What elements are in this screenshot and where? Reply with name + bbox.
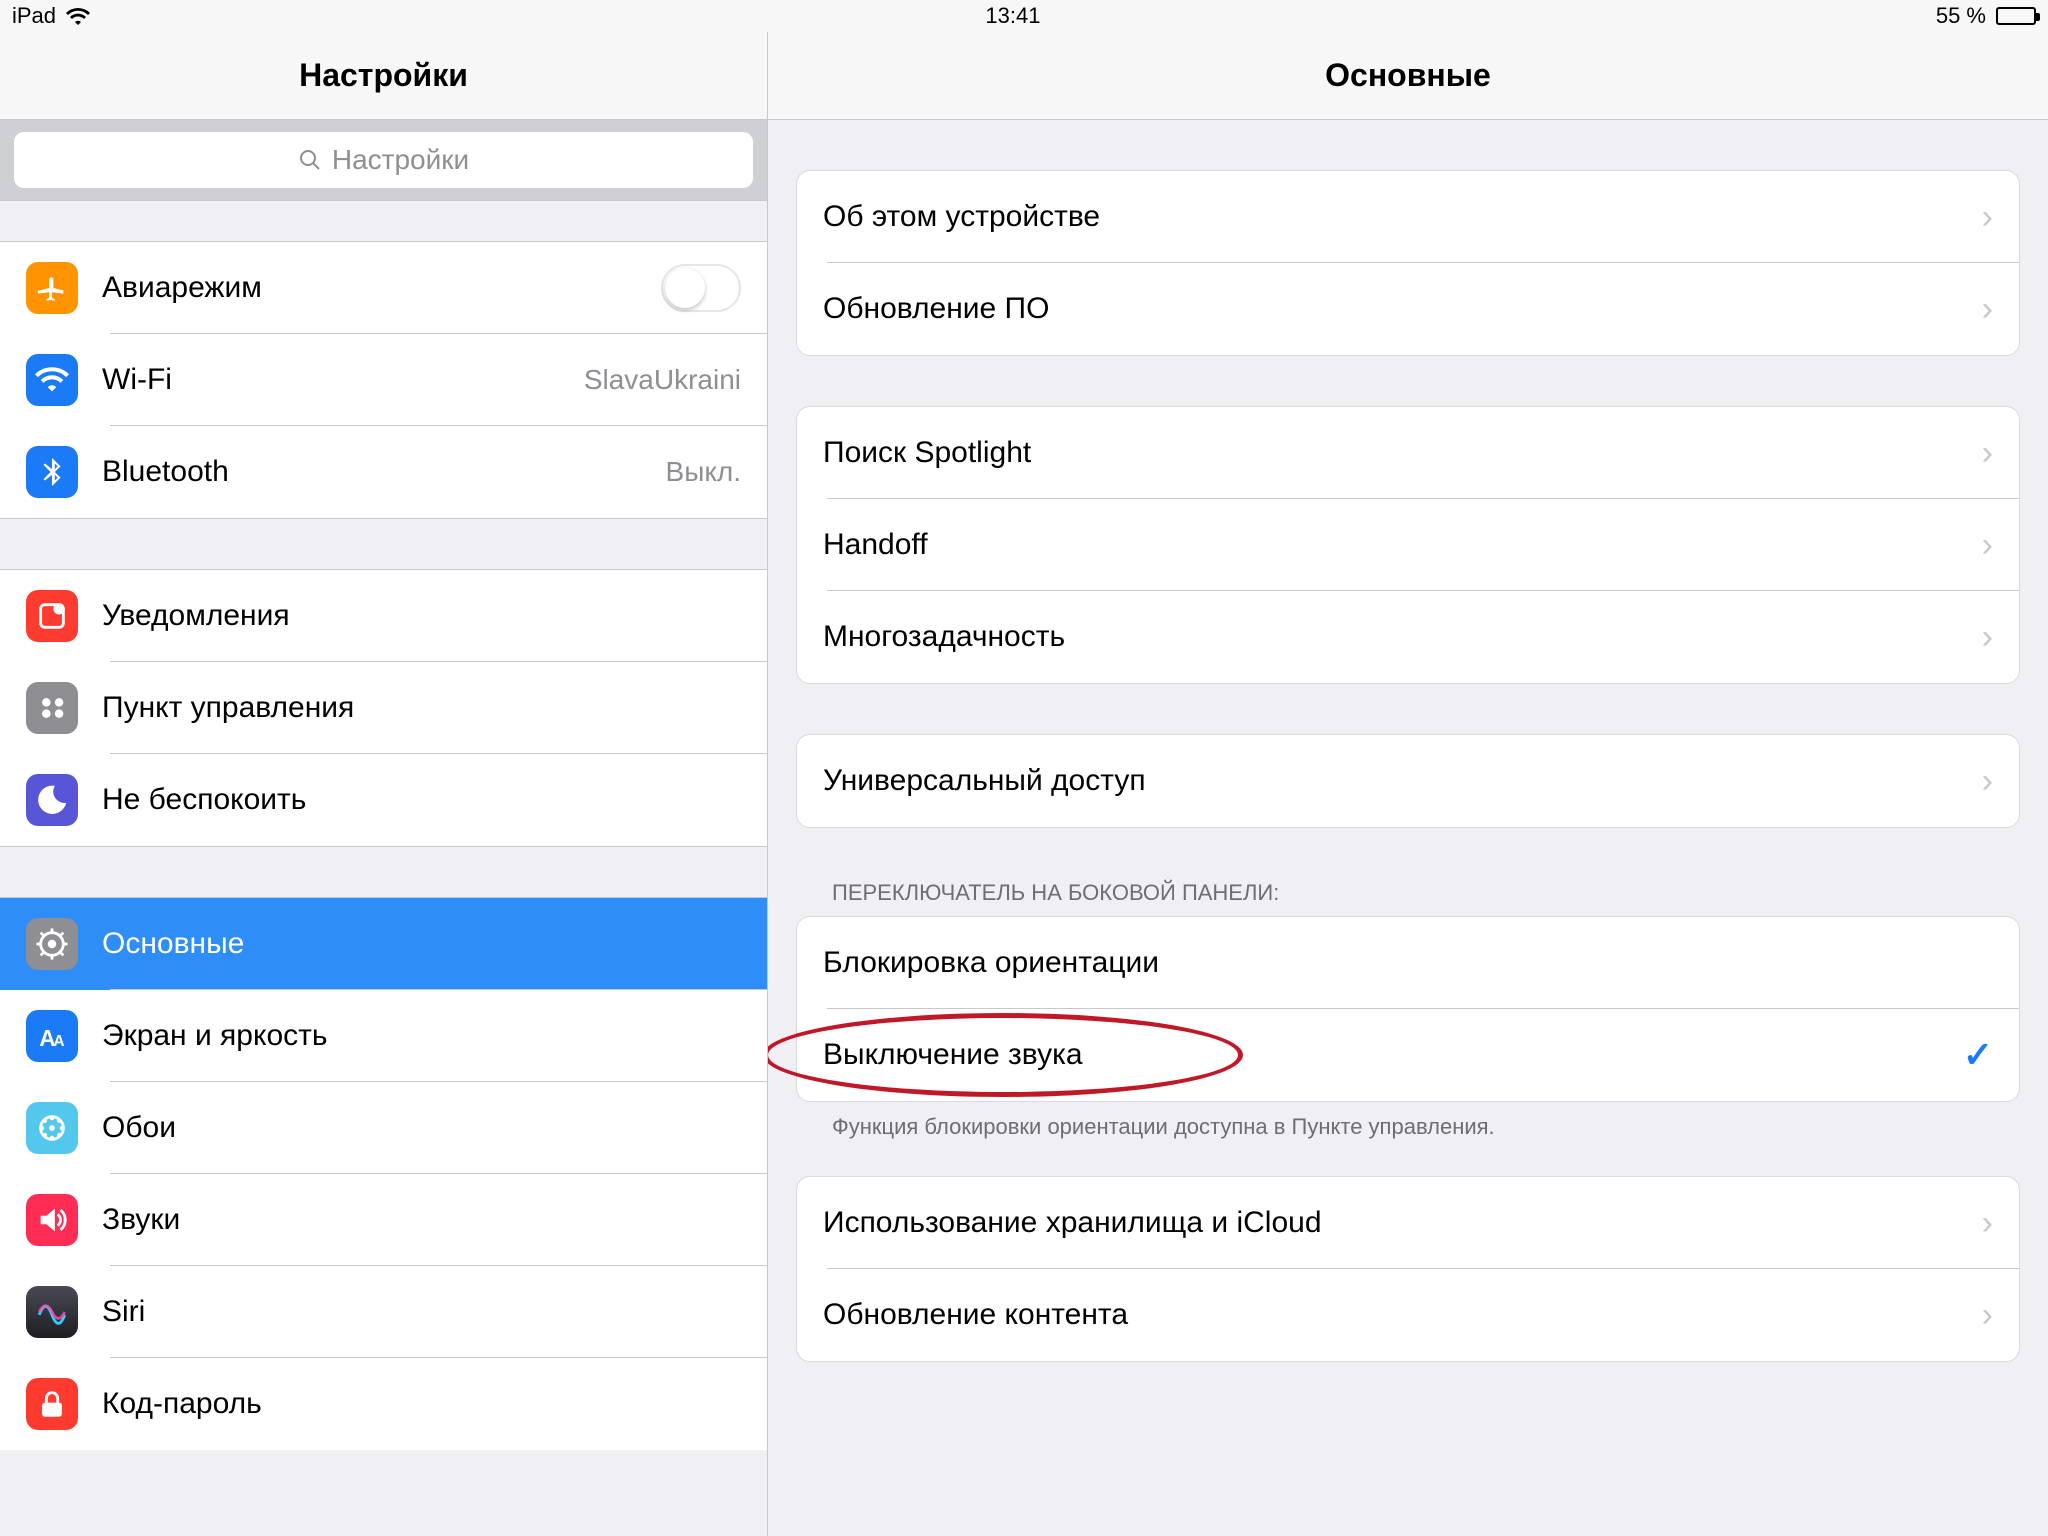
sidebar-item-label: Основные [102,927,741,961]
sidebar-item-wallpaper[interactable]: Обои [0,1082,767,1174]
sidebar-item-label: Звуки [102,1203,741,1237]
detail-row-handoff[interactable]: Handoff › [797,499,2019,591]
detail-row-label: Универсальный доступ [823,764,1968,798]
section-features: Поиск Spotlight › Handoff › Многозадачно… [796,406,2020,684]
status-right: 55 % [1936,3,2036,29]
moon-icon [26,774,78,826]
settings-sidebar: Настройки Настройки Авиарежим Wi-Fi [0,32,768,1536]
gear-icon [26,918,78,970]
detail-row-label: Обновление ПО [823,292,1968,326]
search-icon [298,148,322,172]
chevron-right-icon: › [1982,1296,1993,1335]
wifi-value: SlavaUkraini [584,364,741,396]
detail-row-about[interactable]: Об этом устройстве › [797,171,2019,263]
sidebar-item-label: Не беспокоить [102,783,741,817]
sidebar-item-general[interactable]: Основные [0,898,767,990]
bluetooth-value: Выкл. [666,456,741,488]
detail-row-software-update[interactable]: Обновление ПО › [797,263,2019,355]
lock-icon [26,1378,78,1430]
chevron-right-icon: › [1982,1204,1993,1243]
section-storage: Использование хранилища и iCloud › Обнов… [796,1176,2020,1362]
checkmark-icon: ✓ [1963,1034,1993,1076]
airplane-toggle[interactable] [661,264,741,312]
status-bar: iPad 13:41 55 % [0,0,2048,32]
airplane-icon [26,262,78,314]
status-left: iPad [12,3,90,29]
sidebar-item-label: Bluetooth [102,455,666,489]
sidebar-group-device: Основные AA Экран и яркость Обои Звуки [0,897,767,1450]
wifi-icon [26,354,78,406]
sidebar-item-passcode[interactable]: Код-пароль [0,1358,767,1450]
sidebar-title: Настройки [0,32,767,120]
chevron-right-icon: › [1982,198,1993,237]
detail-row-label: Об этом устройстве [823,200,1968,234]
section-accessibility: Универсальный доступ › [796,734,2020,828]
text-size-icon: AA [26,1010,78,1062]
status-time: 13:41 [985,3,1040,29]
detail-row-label: Использование хранилища и iCloud [823,1206,1968,1240]
chevron-right-icon: › [1982,618,1993,657]
chevron-right-icon: › [1982,762,1993,801]
search-wrap: Настройки [0,120,767,201]
sidebar-item-wifi[interactable]: Wi-Fi SlavaUkraini [0,334,767,426]
svg-text:A: A [53,1033,64,1050]
siri-icon [26,1286,78,1338]
sidebar-item-control-center[interactable]: Пункт управления [0,662,767,754]
wallpaper-icon [26,1102,78,1154]
detail-row-lock-rotation[interactable]: Блокировка ориентации [797,917,2019,1009]
sidebar-item-notifications[interactable]: Уведомления [0,570,767,662]
sidebar-item-label: Авиарежим [102,271,661,305]
bluetooth-icon [26,446,78,498]
sidebar-item-dnd[interactable]: Не беспокоить [0,754,767,846]
detail-row-accessibility[interactable]: Универсальный доступ › [797,735,2019,827]
detail-row-mute[interactable]: Выключение звука ✓ [797,1009,2019,1101]
sidebar-item-label: Экран и яркость [102,1019,741,1053]
side-switch-header: ПЕРЕКЛЮЧАТЕЛЬ НА БОКОВОЙ ПАНЕЛИ: [796,868,2020,916]
sidebar-item-label: Wi-Fi [102,363,584,397]
sidebar-item-bluetooth[interactable]: Bluetooth Выкл. [0,426,767,518]
search-placeholder: Настройки [332,144,469,176]
sidebar-item-label: Код-пароль [102,1387,741,1421]
detail-row-label: Handoff [823,528,1968,562]
sidebar-item-siri[interactable]: Siri [0,1266,767,1358]
battery-icon [1996,7,2036,25]
device-label: iPad [12,3,56,29]
sidebar-item-label: Уведомления [102,599,741,633]
wifi-status-icon [66,7,90,25]
sidebar-item-display[interactable]: AA Экран и яркость [0,990,767,1082]
detail-row-multitasking[interactable]: Многозадачность › [797,591,2019,683]
detail-title: Основные [768,32,2048,120]
sidebar-item-airplane[interactable]: Авиарежим [0,242,767,334]
sidebar-group-connectivity: Авиарежим Wi-Fi SlavaUkraini Bluetooth В… [0,241,767,519]
chevron-right-icon: › [1982,290,1993,329]
sidebar-item-label: Siri [102,1295,741,1329]
chevron-right-icon: › [1982,526,1993,565]
detail-row-spotlight[interactable]: Поиск Spotlight › [797,407,2019,499]
battery-percent: 55 % [1936,3,1986,29]
detail-row-label: Блокировка ориентации [823,946,1993,980]
detail-row-storage-icloud[interactable]: Использование хранилища и iCloud › [797,1177,2019,1269]
section-about: Об этом устройстве › Обновление ПО › [796,170,2020,356]
detail-row-label: Поиск Spotlight [823,436,1968,470]
speaker-icon [26,1194,78,1246]
detail-row-label: Выключение звука [823,1038,1963,1072]
sidebar-group-alerts: Уведомления Пункт управления Не беспокои… [0,569,767,847]
sidebar-item-sounds[interactable]: Звуки [0,1174,767,1266]
side-switch-footer: Функция блокировки ориентации доступна в… [796,1102,2020,1150]
chevron-right-icon: › [1982,434,1993,473]
control-center-icon [26,682,78,734]
sidebar-item-label: Пункт управления [102,691,741,725]
detail-row-label: Многозадачность [823,620,1968,654]
notifications-icon [26,590,78,642]
detail-row-background-refresh[interactable]: Обновление контента › [797,1269,2019,1361]
detail-row-label: Обновление контента [823,1298,1968,1332]
section-side-switch: Блокировка ориентации Выключение звука ✓ [796,916,2020,1102]
detail-pane: Основные Об этом устройстве › Обновление… [768,32,2048,1536]
search-input[interactable]: Настройки [14,132,753,188]
sidebar-item-label: Обои [102,1111,741,1145]
